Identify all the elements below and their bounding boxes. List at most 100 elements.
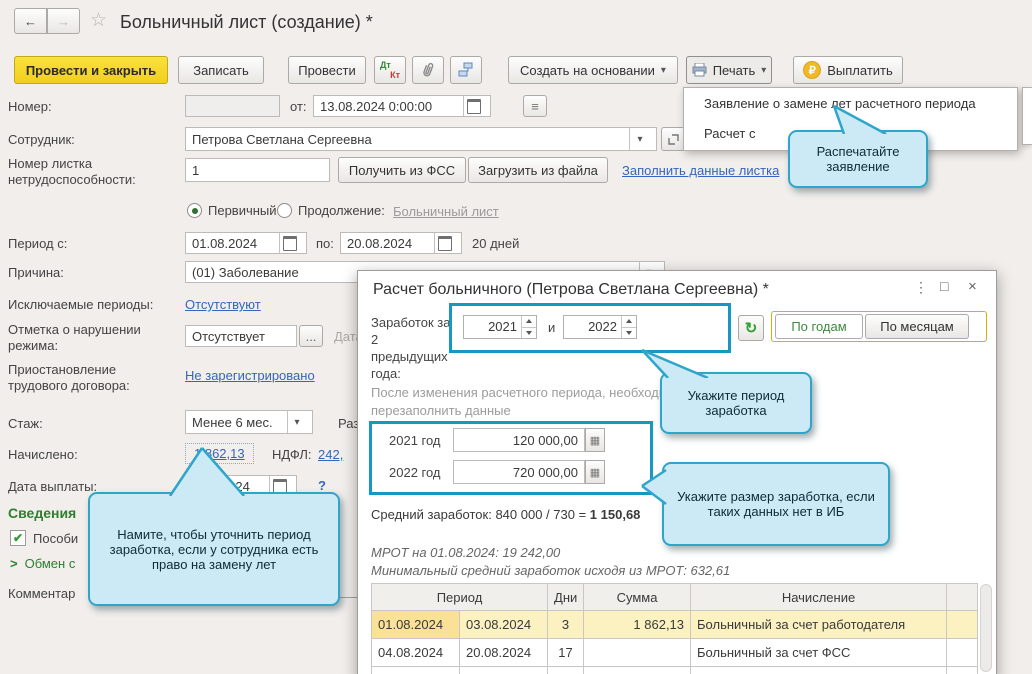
earnings-label-line3: предыдущих xyxy=(371,349,448,364)
reason-label: Причина: xyxy=(8,265,64,280)
year1-spinner[interactable]: 2021 xyxy=(463,315,537,339)
radio-selected-icon xyxy=(187,203,202,218)
calendar-icon[interactable] xyxy=(280,235,300,251)
open-form-icon xyxy=(667,133,679,145)
cell-days[interactable]: 17 xyxy=(547,638,585,667)
period-to-value: 20.08.2024 xyxy=(347,235,413,251)
period-to-input[interactable]: 20.08.2024 xyxy=(340,232,462,254)
cell-amount[interactable]: 1 862,13 xyxy=(583,610,692,639)
table-row[interactable]: 04.08.2024 20.08.2024 17 Больничный за с… xyxy=(371,638,979,667)
print-button[interactable]: Печать ▾ xyxy=(686,56,772,84)
dtkt-postings-button[interactable]: Дт Кт xyxy=(374,56,406,84)
doc-date-input[interactable]: 13.08.2024 0:00:00 xyxy=(313,95,491,117)
spinner-buttons[interactable] xyxy=(621,316,636,338)
year1-amount-input[interactable]: 120 000,00 xyxy=(453,428,585,452)
cell-period-from[interactable]: 04.08.2024 xyxy=(371,638,460,667)
pay-date-help-icon[interactable]: ? xyxy=(318,478,326,493)
calendar-icon[interactable] xyxy=(435,235,455,251)
number-input[interactable] xyxy=(185,95,280,117)
exchange-section-toggle[interactable]: > Обмен с xyxy=(10,556,75,571)
continuation-doc-link[interactable]: Больничный лист xyxy=(393,204,499,219)
nav-back-button[interactable]: ← xyxy=(14,8,47,34)
chevron-down-icon[interactable]: ▾ xyxy=(288,417,306,428)
col-amount[interactable]: Сумма xyxy=(583,583,692,611)
chevron-down-icon[interactable]: ▾ xyxy=(630,134,650,145)
calendar-icon[interactable] xyxy=(464,98,484,114)
by-months-toggle[interactable]: По месяцам xyxy=(865,314,969,339)
exchange-section-label: Обмен с xyxy=(24,556,76,571)
structure-button[interactable] xyxy=(450,56,482,84)
col-extra xyxy=(946,583,979,611)
spin-down-icon xyxy=(522,326,536,339)
cell-amount[interactable] xyxy=(583,638,692,667)
close-icon[interactable]: × xyxy=(968,278,977,295)
cell-days[interactable]: 3 xyxy=(547,610,585,639)
table-row[interactable]: 01.08.2024 03.08.2024 3 1 862,13 Больнич… xyxy=(371,610,979,639)
post-and-close-button[interactable]: Провести и закрыть xyxy=(14,56,168,84)
cell-extra xyxy=(946,610,979,639)
cell-accrual[interactable]: Больничный за счет ФСС xyxy=(690,638,948,667)
create-based-on-button[interactable]: Создать на основании ▾ xyxy=(508,56,678,84)
from-label: от: xyxy=(290,99,307,114)
seniority-label: Стаж: xyxy=(8,416,43,431)
refresh-button[interactable]: ↻ xyxy=(738,315,764,341)
benefit-checkbox[interactable]: ✔ Пособи xyxy=(10,530,78,546)
ndfl-label: НДФЛ: xyxy=(272,447,312,462)
refill-note-line1: После изменения расчетного периода, необ… xyxy=(371,385,666,400)
employee-select[interactable]: Петрова Светлана Сергеевна ▾ xyxy=(185,127,657,151)
primary-radio[interactable]: Первичный xyxy=(187,203,277,218)
load-from-file-button[interactable]: Загрузить из файла xyxy=(468,157,608,183)
kt-label: Кт xyxy=(390,70,400,80)
info-section-header: Сведения xyxy=(8,505,77,521)
col-period[interactable]: Период xyxy=(370,583,549,611)
violation-input[interactable]: Отсутствует xyxy=(185,325,297,347)
by-years-toggle[interactable]: По годам xyxy=(775,314,863,339)
year2-spinner[interactable]: 2022 xyxy=(563,315,637,339)
pay-button[interactable]: ₽ Выплатить xyxy=(793,56,903,84)
average-earnings-line: Средний заработок: 840 000 / 730 = 1 150… xyxy=(371,507,640,522)
violation-more-button[interactable]: ... xyxy=(299,325,323,347)
maximize-icon[interactable]: □ xyxy=(940,278,948,294)
save-button[interactable]: Записать xyxy=(178,56,264,84)
seniority-select[interactable]: Менее 6 мес. ▾ xyxy=(185,410,313,434)
attachments-button[interactable] xyxy=(412,56,444,84)
cell-period-to[interactable]: 20.08.2024 xyxy=(458,638,549,667)
benefit-checkbox-label: Пособи xyxy=(33,530,79,546)
table-scrollbar[interactable] xyxy=(980,584,992,672)
post-button[interactable]: Провести xyxy=(288,56,366,84)
min-average-line: Минимальный средний заработок исходя из … xyxy=(371,563,731,578)
pay-date-label: Дата выплаты: xyxy=(8,479,98,494)
continuation-radio[interactable]: Продолжение: xyxy=(277,203,385,218)
cell-accrual[interactable]: Больничный за счет работодателя xyxy=(690,610,948,639)
kebab-menu-icon[interactable]: ⋮ xyxy=(914,279,928,296)
app-window: ← → ☆ Больничный лист (создание) * Прове… xyxy=(0,0,1032,674)
ndfl-link[interactable]: 242, xyxy=(318,447,343,462)
year1-row-label: 2021 год xyxy=(389,433,441,448)
chevron-right-icon: > xyxy=(10,556,18,571)
sick-number-input[interactable]: 1 xyxy=(185,158,330,182)
submenu-edge-fragment xyxy=(1022,87,1032,145)
chevron-down-icon: ▾ xyxy=(761,64,767,76)
spinner-buttons[interactable] xyxy=(521,316,536,338)
suspension-link[interactable]: Не зарегистрировано xyxy=(185,368,315,383)
period-from-input[interactable]: 01.08.2024 xyxy=(185,232,307,254)
sick-number-label-line1: Номер листка xyxy=(8,156,93,171)
excluded-periods-link[interactable]: Отсутствуют xyxy=(185,297,261,312)
cell-extra xyxy=(946,638,979,667)
get-from-fss-button[interactable]: Получить из ФСС xyxy=(338,157,466,183)
fill-sick-data-link[interactable]: Заполнить данные листка xyxy=(622,163,779,178)
open-employee-button[interactable] xyxy=(661,127,685,151)
col-accrual[interactable]: Начисление xyxy=(690,583,948,611)
history-list-button[interactable]: ≡ xyxy=(523,95,547,117)
refill-note-line2: перезаполнить данные xyxy=(371,403,511,418)
year2-amount-input[interactable]: 720 000,00 xyxy=(453,460,585,484)
print-label: Печать xyxy=(712,62,756,78)
cell-period-from[interactable]: 01.08.2024 xyxy=(371,610,460,639)
average-prefix: Средний заработок: 840 000 / 730 = xyxy=(371,507,590,522)
col-days[interactable]: Дни xyxy=(547,583,585,611)
mrot-line: МРОТ на 01.08.2024: 19 242,00 xyxy=(371,545,561,560)
seniority-value: Менее 6 мес. xyxy=(192,414,273,430)
cell-period-to[interactable]: 03.08.2024 xyxy=(458,610,549,639)
nav-forward-button[interactable]: → xyxy=(47,8,80,34)
favorite-star-icon[interactable]: ☆ xyxy=(90,9,107,32)
